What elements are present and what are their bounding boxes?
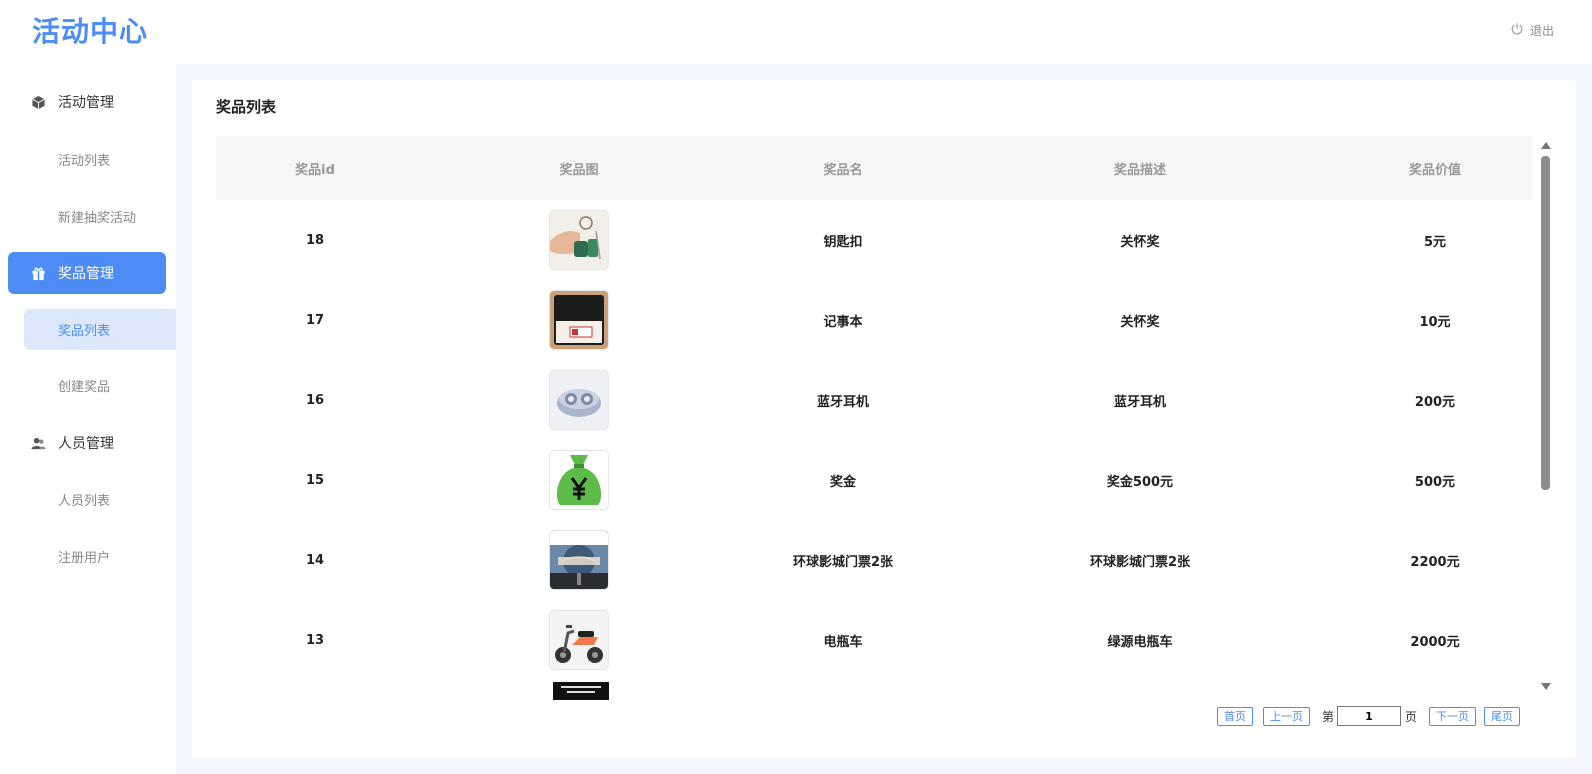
sidebar-item-create-prize[interactable]: 创建奖品 [24, 365, 176, 406]
cell-name: 蓝牙耳机 [816, 394, 869, 410]
page-suffix: 页 [1404, 709, 1417, 724]
cell-desc: 关怀奖 [1120, 234, 1160, 250]
table-row[interactable]: 14 环球影城门票2张 环球影城门票2张 2200元 [216, 520, 1532, 600]
cell-value: 200元 [1414, 394, 1456, 410]
scroll-down-arrow-icon[interactable] [1541, 683, 1551, 690]
prev-page-button[interactable]: 上一页 [1262, 706, 1310, 726]
keychain-image[interactable] [549, 210, 609, 270]
earbuds-image[interactable] [549, 370, 609, 430]
power-icon [1510, 22, 1524, 39]
table-row[interactable]: 18 钥匙扣 关怀奖 5元 [216, 200, 1532, 280]
users-icon [30, 435, 46, 451]
table-scrollbar[interactable] [1540, 140, 1552, 690]
pagination: 首页 上一页 第 页 下一页 尾页 [1216, 706, 1520, 726]
notebook-image[interactable] [549, 290, 609, 350]
money-bag-image[interactable] [549, 450, 609, 510]
logout-button[interactable]: 退出 [1510, 22, 1554, 39]
prize-table[interactable]: 奖品id 奖品图 奖品名 奖品描述 奖品价值 18 钥匙扣 关怀奖 5元 17 … [216, 136, 1532, 700]
sidebar-item-prize-list[interactable]: 奖品列表 [24, 309, 176, 350]
sidebar-group-prize[interactable]: 奖品管理 [8, 252, 166, 294]
cell-id: 18 [305, 232, 325, 248]
table-row[interactable]: 17 记事本 关怀奖 10元 [216, 280, 1532, 360]
column-header-desc: 奖品描述 [1113, 162, 1166, 178]
table-header: 奖品id 奖品图 奖品名 奖品描述 奖品价值 [216, 136, 1532, 200]
next-page-button[interactable]: 下一页 [1429, 706, 1476, 726]
sidebar-item-label: 新建抽奖活动 [58, 211, 137, 226]
cell-name: 记事本 [823, 314, 863, 330]
table-row[interactable]: 15 奖金 奖金500元 500元 [216, 440, 1532, 520]
sidebar-group-users[interactable]: 人员管理 [8, 422, 166, 464]
sidebar-item-label: 创建奖品 [58, 380, 111, 395]
cell-desc: 关怀奖 [1120, 314, 1160, 330]
sidebar-item-label: 活动列表 [58, 154, 111, 169]
cell-id: 17 [305, 312, 325, 328]
universal-globe-image[interactable] [549, 530, 609, 590]
cell-value: 500元 [1414, 474, 1456, 490]
sidebar-item-register-user[interactable]: 注册用户 [24, 536, 176, 577]
cell-desc: 绿源电瓶车 [1107, 634, 1173, 650]
cube-icon [30, 94, 46, 110]
logout-label: 退出 [1529, 24, 1554, 38]
sidebar-item-new-lottery[interactable]: 新建抽奖活动 [24, 196, 176, 237]
sidebar-group-label: 奖品管理 [58, 266, 114, 282]
cell-value: 10元 [1419, 314, 1451, 330]
sidebar-item-label: 注册用户 [58, 551, 111, 566]
table-row[interactable]: 13 电瓶车 绿源电瓶车 2000元 [216, 600, 1532, 680]
cell-id: 16 [305, 392, 325, 408]
table-row[interactable]: 16 蓝牙耳机 蓝牙耳机 200元 [216, 360, 1532, 440]
sidebar-item-label: 人员列表 [58, 494, 111, 509]
cell-id: 14 [305, 552, 325, 568]
sidebar-group-activity[interactable]: 活动管理 [8, 81, 166, 123]
first-page-button[interactable]: 首页 [1216, 706, 1253, 726]
cell-value: 2200元 [1410, 554, 1460, 570]
sidebar-group-label: 人员管理 [58, 436, 114, 452]
cell-value: 5元 [1423, 234, 1447, 250]
cell-name: 钥匙扣 [823, 234, 863, 250]
gift-icon [30, 265, 46, 281]
column-header-image: 奖品图 [559, 162, 599, 178]
partial-prize-image [553, 682, 609, 700]
cell-desc: 奖金500元 [1106, 474, 1174, 490]
column-header-name: 奖品名 [823, 162, 863, 178]
page-title: 奖品列表 [216, 98, 277, 116]
cell-id: 15 [305, 472, 325, 488]
cell-id: 13 [305, 632, 325, 648]
cell-name: 电瓶车 [823, 634, 863, 650]
scooter-image[interactable] [549, 610, 609, 670]
page-prefix: 第 [1321, 709, 1334, 724]
sidebar: 活动管理 活动列表 新建抽奖活动 奖品管理 奖品列表 创建奖品 人员管理 人员列… [0, 64, 176, 774]
cell-desc: 环球影城门票2张 [1089, 554, 1191, 570]
sidebar-group-label: 活动管理 [58, 95, 114, 111]
column-header-value: 奖品价值 [1408, 162, 1461, 178]
top-bar: 活动中心 退出 [0, 0, 1592, 64]
column-header-id: 奖品id [295, 162, 335, 178]
app-logo[interactable]: 活动中心 [32, 14, 148, 50]
scroll-up-arrow-icon[interactable] [1541, 142, 1551, 149]
cell-value: 2000元 [1410, 634, 1460, 650]
table-body: 18 钥匙扣 关怀奖 5元 17 记事本 关怀奖 10元 16 蓝牙耳机 蓝牙耳… [216, 200, 1532, 680]
cell-desc: 蓝牙耳机 [1113, 394, 1166, 410]
page-number-input[interactable] [1336, 706, 1401, 726]
cell-name: 奖金 [829, 474, 856, 490]
sidebar-item-label: 奖品列表 [58, 324, 111, 339]
last-page-button[interactable]: 尾页 [1484, 706, 1520, 726]
cell-name: 环球影城门票2张 [792, 554, 894, 570]
sidebar-item-activity-list[interactable]: 活动列表 [24, 139, 176, 180]
sidebar-item-user-list[interactable]: 人员列表 [24, 479, 176, 520]
scrollbar-thumb[interactable] [1541, 156, 1550, 490]
main-panel: 奖品列表 奖品id 奖品图 奖品名 奖品描述 奖品价值 18 钥匙扣 关怀奖 5… [192, 80, 1576, 758]
